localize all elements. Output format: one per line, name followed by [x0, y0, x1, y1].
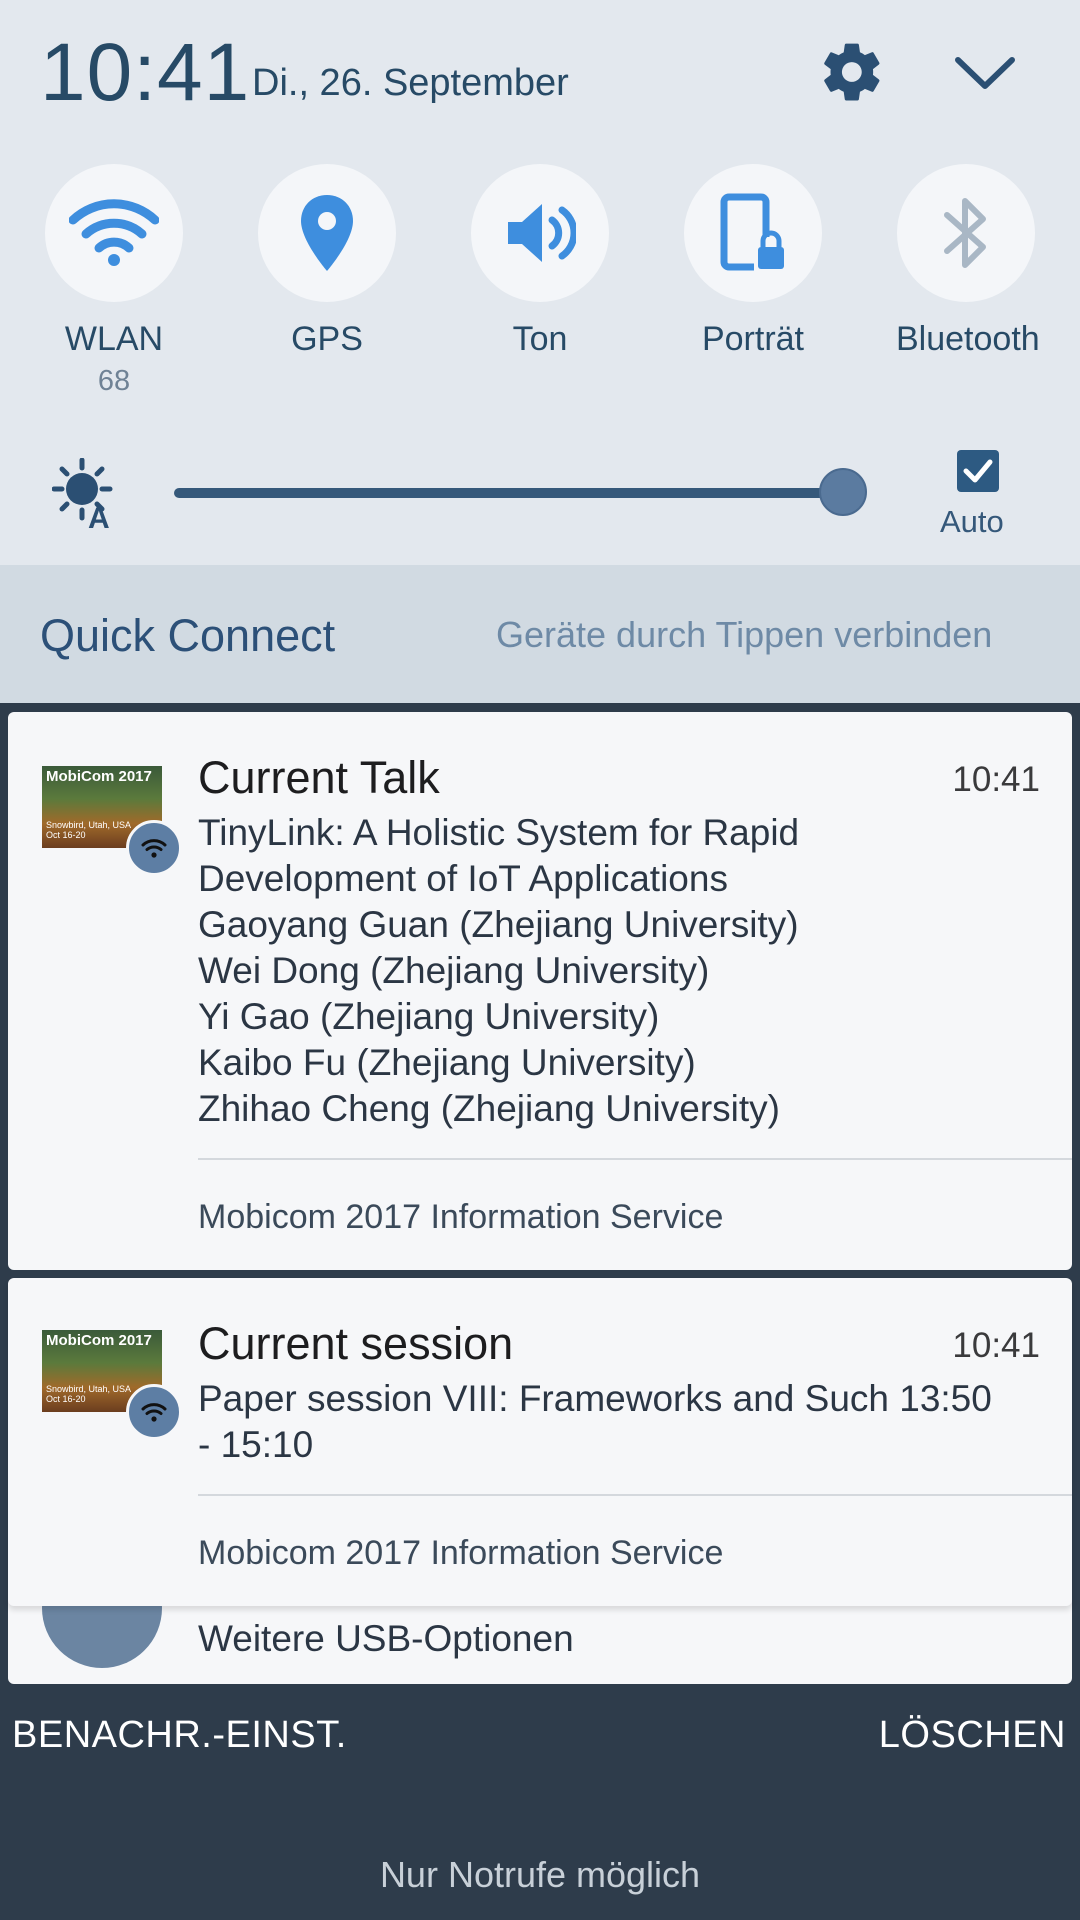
tile-label: GPS [291, 320, 363, 358]
gear-icon[interactable] [818, 38, 886, 106]
usb-options-label: Weitere USB-Optionen [198, 1618, 574, 1659]
clear-all-button[interactable]: LÖSCHEN [879, 1714, 1066, 1757]
notification-body: Paper session VIII: Frameworks and Such … [198, 1376, 1058, 1468]
notification-actions: BENACHR.-EINST. LÖSCHEN [0, 1700, 1080, 1770]
notification-time: 10:41 [952, 1326, 1040, 1365]
tile-label: Ton [512, 320, 568, 358]
date: Di., 26. September [252, 62, 569, 104]
wifi-badge-icon [126, 820, 182, 876]
body-line: Gaoyang Guan (Zhejiang University) [198, 904, 799, 945]
body-line: Development of IoT Applications [198, 858, 728, 899]
thumbnail-subtitle: Snowbird, Utah, USA Oct 16-20 [46, 1384, 132, 1404]
body-line: TinyLink: A Holistic System for Rapid [198, 812, 800, 853]
wifi-badge-icon [126, 1384, 182, 1440]
wlan-signal: 68 [97, 365, 131, 397]
rotation-lock-icon [684, 164, 822, 302]
body-line: - 15:10 [198, 1424, 314, 1465]
body-line: Zhihao Cheng (Zhejiang University) [198, 1088, 780, 1129]
auto-brightness-checkbox[interactable] [957, 450, 999, 492]
notification-usb-options[interactable]: Weitere USB-Optionen [8, 1600, 1072, 1684]
tile-label: Bluetooth [896, 320, 1040, 358]
thumbnail-title: MobiCom 2017 [46, 768, 152, 785]
notification-time: 10:41 [952, 760, 1040, 799]
clock: 10:41 [40, 27, 251, 118]
notification-app-name: Mobicom 2017 Information Service [198, 1198, 724, 1236]
notification-settings-button[interactable]: BENACHR.-EINST. [12, 1714, 347, 1757]
chevron-down-icon[interactable] [952, 48, 1018, 98]
check-icon [963, 459, 993, 483]
auto-brightness-label: Auto [940, 504, 1004, 539]
tile-label: Porträt [701, 320, 805, 358]
tile-wlan[interactable]: WLAN 68 [44, 164, 184, 398]
notification-title: Current session [198, 1318, 514, 1369]
usb-icon [42, 1600, 162, 1668]
notification-title: Current Talk [198, 752, 440, 803]
body-line: Paper session VIII: Frameworks and Such … [198, 1378, 992, 1419]
thumbnail-title: MobiCom 2017 [46, 1332, 152, 1349]
location-icon [258, 164, 396, 302]
brightness-slider-track[interactable] [174, 488, 864, 498]
volume-icon [471, 164, 609, 302]
tile-rotation[interactable]: Porträt [683, 164, 823, 359]
tile-label: WLAN [64, 320, 164, 358]
tile-bluetooth[interactable]: Bluetooth [896, 164, 1040, 359]
emergency-calls-only-label: Nur Notrufe möglich [379, 1854, 701, 1895]
notification-current-session[interactable]: MobiCom 2017 Snowbird, Utah, USA Oct 16-… [8, 1278, 1072, 1606]
body-line: Kaibo Fu (Zhejiang University) [198, 1042, 696, 1083]
svg-text:A: A [88, 502, 110, 530]
body-line: Wei Dong (Zhejiang University) [198, 950, 710, 991]
notification-body: TinyLink: A Holistic System for Rapid De… [198, 810, 1058, 1132]
wifi-icon [45, 164, 183, 302]
notification-app-name: Mobicom 2017 Information Service [198, 1534, 724, 1572]
quick-connect-title[interactable]: Quick Connect [40, 610, 335, 662]
tile-sound[interactable]: Ton [470, 164, 610, 359]
body-line: Yi Gao (Zhejiang University) [198, 996, 660, 1037]
brightness-slider-thumb[interactable] [819, 468, 867, 516]
divider [198, 1158, 1072, 1160]
quick-connect-hint: Geräte durch Tippen verbinden [496, 614, 993, 655]
thumbnail-subtitle: Snowbird, Utah, USA Oct 16-20 [46, 820, 132, 840]
divider [198, 1494, 1072, 1496]
brightness-auto-icon: A [52, 458, 113, 530]
tile-gps[interactable]: GPS [257, 164, 397, 359]
notification-current-talk[interactable]: MobiCom 2017 Snowbird, Utah, USA Oct 16-… [8, 712, 1072, 1270]
bluetooth-icon [897, 164, 1035, 302]
